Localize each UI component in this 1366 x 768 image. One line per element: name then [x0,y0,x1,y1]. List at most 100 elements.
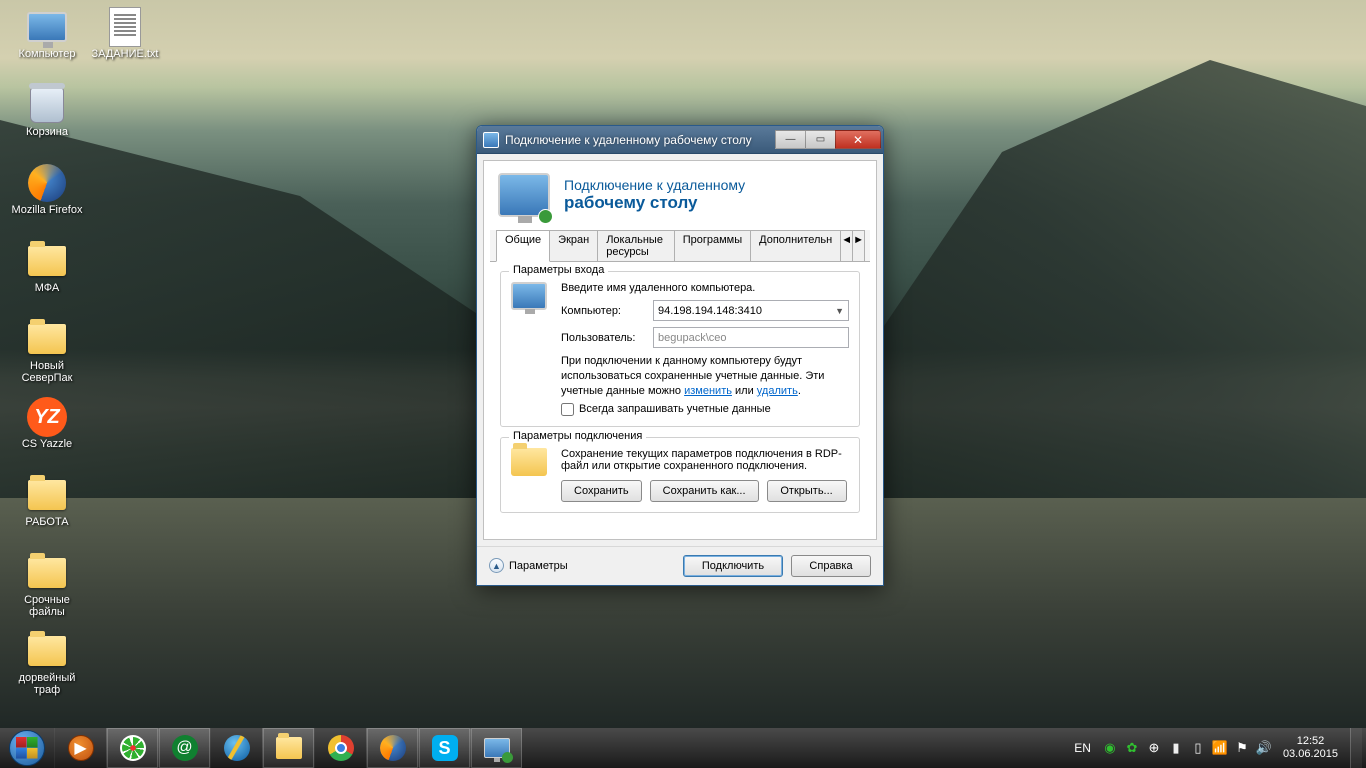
tab-panel-general: Параметры входа Введите имя удаленного к… [490,261,870,533]
taskbar-app-green[interactable]: @ [158,728,210,768]
credentials-note: При подключении к данному компьютеру буд… [561,354,849,399]
tab-strip: Общие Экран Локальные ресурсы Программы … [490,230,870,262]
chevron-up-icon: ▲ [489,558,504,573]
firefox-icon [28,164,66,202]
recycle-bin-icon [30,87,64,123]
save-as-button[interactable]: Сохранить как... [650,480,759,502]
maximize-button[interactable]: ▭ [805,130,835,149]
desktop-icon-rabota[interactable]: РАБОТА [8,474,86,546]
clock-date: 03.06.2015 [1283,748,1338,761]
header-line2: рабочему столу [564,193,745,213]
save-button[interactable]: Сохранить [561,480,642,502]
clock-time: 12:52 [1283,735,1338,748]
group-login: Параметры входа Введите имя удаленного к… [500,271,860,427]
icon-label: Mozilla Firefox [12,204,83,216]
taskbar-explorer[interactable] [262,728,314,768]
taskbar-firefox[interactable] [366,728,418,768]
desktop-icon-severpak[interactable]: Новый СеверПак [8,318,86,390]
link-change-credentials[interactable]: изменить [684,385,732,397]
ie-icon [224,735,250,761]
computer-icon [27,12,67,42]
start-button[interactable] [0,728,54,768]
desktop[interactable]: Компьютер Корзина Mozilla Firefox МФА Но… [0,0,1366,728]
icon-label: CS Yazzle [22,438,72,450]
always-ask-input[interactable] [561,403,574,416]
windows-logo-icon [9,730,45,766]
user-field[interactable]: begupack\ceo [653,327,849,348]
desktop-icon-mfa[interactable]: МФА [8,240,86,312]
system-tray: EN ◉ ✿ ⊕ ▮ ▯ 📶 ⚑ 🔊 12:52 03.06.2015 [1066,728,1366,768]
tab-screen[interactable]: Экран [549,230,598,261]
desktop-icon-srochnye[interactable]: Срочные файлы [8,552,86,624]
tray-battery-icon[interactable]: ▮ [1167,739,1185,757]
icon-label: Новый СеверПак [9,360,85,384]
skype-icon: S [432,735,458,761]
desktop-icon-zadanie[interactable]: ЗАДАНИЕ.txt [86,6,164,78]
rdp-icon [484,738,510,758]
desktop-icon-firefox[interactable]: Mozilla Firefox [8,162,86,234]
yazzle-icon: YZ [27,397,67,437]
tab-scroll-right[interactable]: ► [852,230,865,261]
taskbar-skype[interactable]: S [418,728,470,768]
wallpaper-mountain [846,60,1366,520]
close-button[interactable]: ✕ [835,130,881,149]
tray-app-icon[interactable]: ◉ [1101,739,1119,757]
folder-icon [511,448,547,476]
computer-combo[interactable]: 94.198.194.148:3410 ▼ [653,300,849,321]
connect-button[interactable]: Подключить [683,555,783,577]
desktop-icon-recycle-bin[interactable]: Корзина [8,84,86,156]
always-ask-checkbox[interactable]: Всегда запрашивать учетные данные [561,403,849,416]
tab-advanced[interactable]: Дополнительн [750,230,841,261]
folder-icon [28,246,66,276]
titlebar[interactable]: Подключение к удаленному рабочему столу … [477,126,883,154]
group-connection: Параметры подключения Сохранение текущих… [500,437,860,513]
options-toggle[interactable]: ▲ Параметры [489,558,683,573]
help-button[interactable]: Справка [791,555,871,577]
taskbar-wmp[interactable]: ▶ [54,728,106,768]
taskbar[interactable]: ▶ @ S EN ◉ ✿ ⊕ ▮ ▯ 📶 ⚑ 🔊 12:52 03.06.201… [0,728,1366,768]
computer-value: 94.198.194.148:3410 [658,305,762,317]
tray-action-center-icon[interactable]: ⚑ [1233,739,1251,757]
taskbar-icq[interactable] [106,728,158,768]
media-player-icon: ▶ [68,735,94,761]
tray-network-icon[interactable]: ▯ [1189,739,1207,757]
icon-label: дорвейный траф [9,672,85,696]
chevron-down-icon: ▼ [835,306,844,316]
link-delete-credentials[interactable]: удалить [757,385,798,397]
user-label: Пользователь: [561,332,645,344]
rdp-window[interactable]: Подключение к удаленному рабочему столу … [476,125,884,586]
computer-label: Компьютер: [561,305,645,317]
taskbar-clock[interactable]: 12:52 03.06.2015 [1275,735,1346,761]
tray-signal-icon[interactable]: 📶 [1211,739,1229,757]
taskbar-ie[interactable] [210,728,262,768]
desktop-icon-yazzle[interactable]: YZ CS Yazzle [8,396,86,468]
folder-icon [28,480,66,510]
taskbar-chrome[interactable] [314,728,366,768]
tab-local-resources[interactable]: Локальные ресурсы [597,230,675,261]
icon-label: ЗАДАНИЕ.txt [92,48,159,60]
header-banner: Подключение к удаленному рабочему столу [484,161,876,229]
icon-label: Компьютер [19,48,76,60]
tray-messenger-icon[interactable]: ⊕ [1145,739,1163,757]
tray-icq-icon[interactable]: ✿ [1123,739,1141,757]
tray-volume-icon[interactable]: 🔊 [1255,739,1273,757]
taskbar-items: ▶ @ S [54,728,522,768]
minimize-button[interactable]: — [775,130,805,149]
rdp-app-icon [483,132,499,148]
language-indicator[interactable]: EN [1066,741,1099,755]
icon-label: Срочные файлы [9,594,85,618]
taskbar-rdp[interactable] [470,728,522,768]
desktop-icon-dorveyny[interactable]: дорвейный траф [8,630,86,702]
open-button[interactable]: Открыть... [767,480,847,502]
window-title: Подключение к удаленному рабочему столу [505,133,775,147]
icon-label: Корзина [26,126,68,138]
show-desktop-button[interactable] [1350,728,1362,768]
icq-icon [120,735,146,761]
tab-general[interactable]: Общие [496,230,550,262]
tab-programs[interactable]: Программы [674,230,751,261]
explorer-icon [276,737,302,759]
desktop-icons: Компьютер Корзина Mozilla Firefox МФА Но… [8,6,178,726]
computer-icon [511,282,547,310]
desktop-icon-computer[interactable]: Компьютер [8,6,86,78]
at-icon: @ [172,735,198,761]
